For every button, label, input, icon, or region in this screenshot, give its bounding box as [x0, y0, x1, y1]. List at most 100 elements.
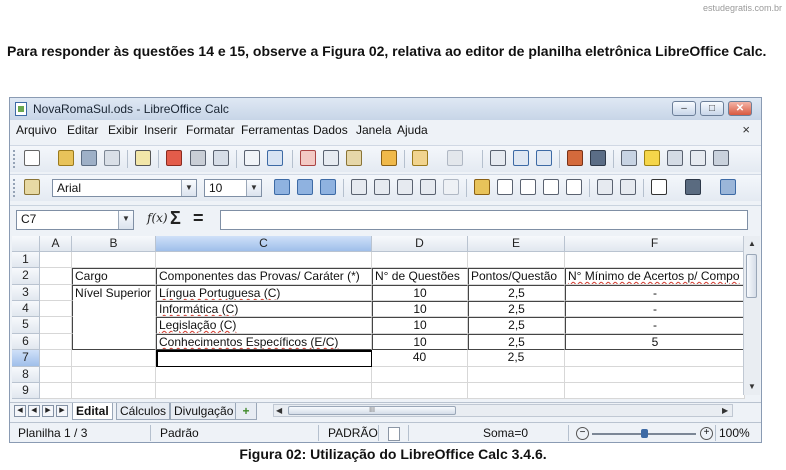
minimize-button[interactable]: –: [672, 101, 696, 116]
save-icon[interactable]: [81, 150, 97, 166]
menu-arquivo[interactable]: Arquivo: [16, 123, 57, 137]
cell-b1[interactable]: [72, 252, 156, 268]
font-name-box[interactable]: Arial ▼: [52, 179, 197, 197]
cell-c9[interactable]: [156, 383, 372, 399]
cell-f7[interactable]: [565, 350, 745, 367]
scroll-right-icon[interactable]: ▶: [722, 406, 728, 415]
cell-e8[interactable]: [468, 367, 565, 383]
cell-d8[interactable]: [372, 367, 468, 383]
cell-a5[interactable]: [40, 317, 72, 334]
row-header[interactable]: 1: [12, 252, 40, 268]
align-right-icon[interactable]: [397, 179, 413, 195]
decrease-indent-icon[interactable]: [597, 179, 613, 195]
cell-d7[interactable]: 40: [372, 350, 468, 367]
menu-inserir[interactable]: Inserir: [144, 123, 177, 137]
menu-editar[interactable]: Editar: [67, 123, 98, 137]
add-sheet-icon[interactable]: +: [235, 403, 257, 420]
menu-janela[interactable]: Janela: [356, 123, 391, 137]
align-center-icon[interactable]: [374, 179, 390, 195]
percent-icon[interactable]: [497, 179, 513, 195]
redo-icon[interactable]: [447, 150, 463, 166]
bold-icon[interactable]: [274, 179, 290, 195]
column-header-e[interactable]: E: [468, 236, 565, 252]
toolbar-grip[interactable]: [13, 150, 19, 168]
zoom-in-icon[interactable]: +: [700, 427, 713, 440]
menu-exibir[interactable]: Exibir: [108, 123, 138, 137]
toolbar-grip[interactable]: [13, 179, 19, 197]
vertical-scroll-thumb[interactable]: [746, 254, 757, 298]
cell-d6[interactable]: 10: [372, 334, 468, 350]
cell-f3[interactable]: -: [565, 285, 745, 301]
sort-descending-icon[interactable]: [536, 150, 552, 166]
zoom-out-icon[interactable]: −: [576, 427, 589, 440]
border-style-icon[interactable]: [685, 179, 701, 195]
cell-b3[interactable]: Nível Superior: [72, 285, 156, 301]
formula-input[interactable]: [220, 210, 748, 230]
sheet-tab-divulgacao[interactable]: Divulgação: [170, 403, 238, 420]
maximize-button[interactable]: □: [700, 101, 724, 116]
cell-a7[interactable]: [40, 350, 72, 367]
standard-format-icon[interactable]: [520, 179, 536, 195]
cell-c3[interactable]: Língua Portuguesa (C): [156, 285, 372, 301]
row-header[interactable]: 3: [12, 285, 40, 301]
cell-e3[interactable]: 2,5: [468, 285, 565, 301]
row-header[interactable]: 6: [12, 334, 40, 350]
row-header[interactable]: 7: [12, 350, 40, 367]
function-wizard-icon[interactable]: f(x): [147, 211, 168, 225]
underline-icon[interactable]: [320, 179, 336, 195]
cell-a4[interactable]: [40, 301, 72, 317]
row-header[interactable]: 9: [12, 383, 40, 399]
column-header-b[interactable]: B: [72, 236, 156, 252]
column-header-f[interactable]: F: [565, 236, 745, 252]
zoom-icon[interactable]: [713, 150, 729, 166]
cell-b4[interactable]: [72, 301, 156, 317]
sum-icon[interactable]: Σ: [170, 208, 181, 229]
sheet-tab-calculos[interactable]: Cálculos: [116, 403, 171, 420]
cell-f4[interactable]: -: [565, 301, 745, 317]
row-header[interactable]: 4: [12, 301, 40, 317]
menu-dados[interactable]: Dados: [313, 123, 348, 137]
cell-f9[interactable]: [565, 383, 745, 399]
row-header[interactable]: 8: [12, 367, 40, 383]
cell-a2[interactable]: [40, 268, 72, 285]
chevron-down-icon[interactable]: ▼: [118, 211, 133, 229]
menu-ajuda[interactable]: Ajuda: [397, 123, 428, 137]
cell-a6[interactable]: [40, 334, 72, 350]
cell-e7[interactable]: 2,5: [468, 350, 565, 367]
scroll-left-icon[interactable]: ◀: [276, 406, 282, 415]
currency-icon[interactable]: [474, 179, 490, 195]
add-decimal-icon[interactable]: [543, 179, 559, 195]
export-pdf-icon[interactable]: [166, 150, 182, 166]
hyperlink-icon[interactable]: [490, 150, 506, 166]
vertical-scrollbar[interactable]: ▲ ▼: [743, 236, 760, 395]
cell-d1[interactable]: [372, 252, 468, 268]
scroll-down-icon[interactable]: ▼: [748, 382, 756, 391]
cell-f5[interactable]: -: [565, 317, 745, 334]
close-button[interactable]: ✕: [728, 101, 752, 116]
cell-d9[interactable]: [372, 383, 468, 399]
italic-icon[interactable]: [297, 179, 313, 195]
menu-ferramentas[interactable]: Ferramentas: [241, 123, 309, 137]
edit-file-icon[interactable]: [135, 150, 151, 166]
align-left-icon[interactable]: [351, 179, 367, 195]
background-color-icon[interactable]: [720, 179, 736, 195]
zoom-slider-thumb[interactable]: [641, 429, 648, 438]
merge-cells-icon[interactable]: [443, 179, 459, 195]
chevron-down-icon[interactable]: ▼: [181, 180, 196, 196]
chart-icon[interactable]: [567, 150, 583, 166]
open-folder-icon[interactable]: [58, 150, 74, 166]
cell-e4[interactable]: 2,5: [468, 301, 565, 317]
cell-c5[interactable]: Legislação (C): [156, 317, 372, 334]
borders-icon[interactable]: [651, 179, 667, 195]
next-sheet-icon[interactable]: ▶: [42, 405, 54, 417]
undo-icon[interactable]: [412, 150, 428, 166]
styles-icon[interactable]: [24, 179, 40, 195]
zoom-percent[interactable]: 100%: [719, 426, 750, 440]
close-document-icon[interactable]: ×: [742, 122, 750, 137]
cell-b7[interactable]: [72, 350, 156, 367]
paste-icon[interactable]: [346, 150, 362, 166]
spellcheck-icon[interactable]: [244, 150, 260, 166]
cell-b5[interactable]: [72, 317, 156, 334]
horizontal-scroll-thumb[interactable]: III: [288, 406, 456, 415]
cut-icon[interactable]: [300, 150, 316, 166]
